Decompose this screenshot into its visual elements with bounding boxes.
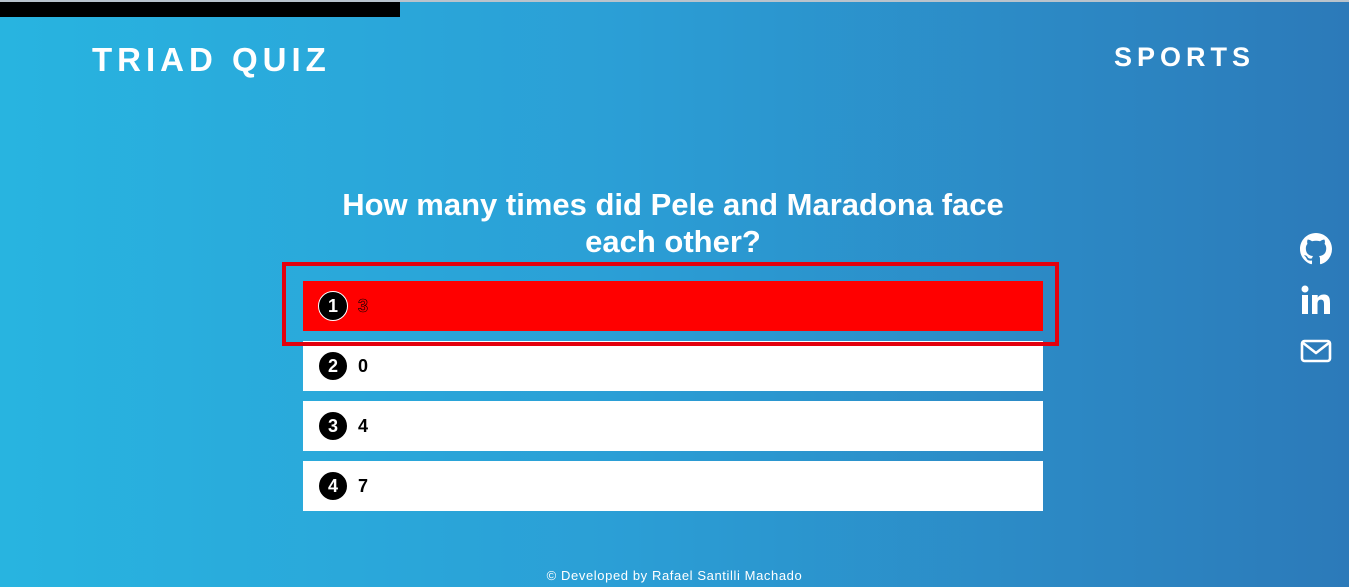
answer-text: 3 — [358, 295, 369, 316]
progress-bar — [0, 2, 1349, 17]
answer-list: 1 3 2 0 3 4 4 7 — [303, 281, 1043, 521]
answer-option-4[interactable]: 4 7 — [303, 461, 1043, 511]
progress-fill — [0, 2, 400, 17]
app-logo[interactable]: TRIAD QUIZ — [92, 41, 331, 79]
answer-text: 7 — [358, 475, 369, 496]
mail-icon — [1300, 339, 1332, 363]
social-links — [1300, 233, 1332, 386]
github-icon — [1300, 233, 1332, 265]
answer-number-badge: 4 — [318, 471, 348, 501]
answer-text: 0 — [358, 355, 369, 376]
answer-number-badge: 3 — [318, 411, 348, 441]
category-label: SPORTS — [1114, 42, 1256, 72]
mail-link[interactable] — [1300, 335, 1332, 367]
linkedin-icon — [1301, 285, 1330, 314]
footer-credit: © Developed by Rafael Santilli Machado — [546, 568, 803, 583]
answer-option-1[interactable]: 1 3 — [303, 281, 1043, 331]
answer-number-badge: 2 — [318, 351, 348, 381]
answer-number-badge: 1 — [318, 291, 348, 321]
answer-option-2[interactable]: 2 0 — [303, 341, 1043, 391]
answer-text: 4 — [358, 415, 369, 436]
question-text: How many times did Pele and Maradona fac… — [342, 187, 1004, 259]
answer-option-3[interactable]: 3 4 — [303, 401, 1043, 451]
github-link[interactable] — [1300, 233, 1332, 265]
linkedin-link[interactable] — [1300, 284, 1332, 316]
